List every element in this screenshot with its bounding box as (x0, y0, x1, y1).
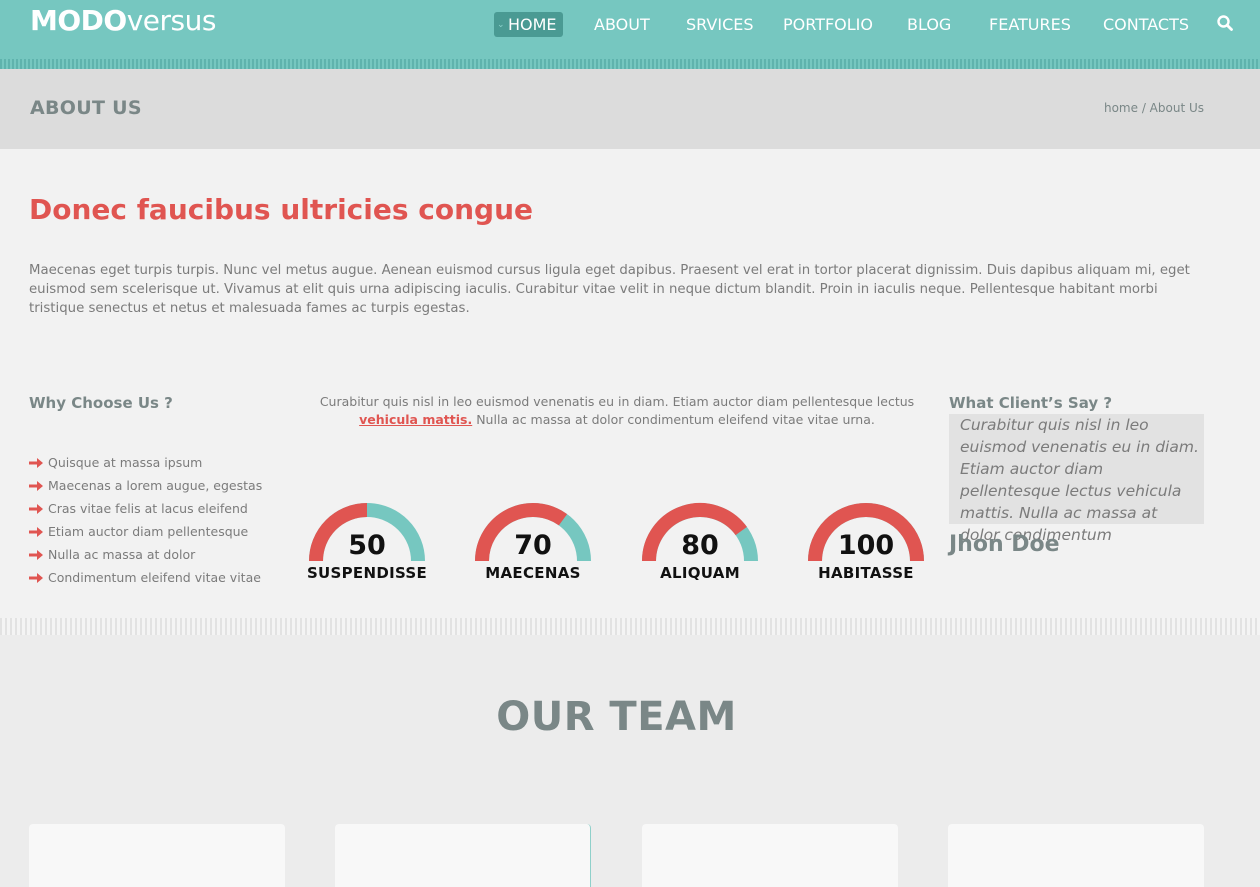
breadcrumb-current: About Us (1149, 101, 1204, 115)
team-stripe (0, 618, 1260, 635)
section-headline: Donec faucibus ultricies congue (29, 193, 533, 226)
nav-portfolio[interactable]: PORTFOLIO (783, 12, 873, 37)
arrow-right-icon (29, 458, 43, 468)
vehicula-mattis-link[interactable]: vehicula mattis. (359, 412, 472, 427)
team-card[interactable] (335, 824, 591, 887)
gauge-maecenas: 70 MAECENAS (473, 500, 593, 590)
search-icon[interactable] (1216, 14, 1234, 32)
gauge-suspendisse: 50 SUSPENDISSE (307, 500, 427, 590)
list-item-label: Quisque at massa ipsum (48, 455, 203, 470)
gauge-label: ALIQUAM (660, 564, 740, 582)
arrow-right-icon (29, 527, 43, 537)
list-item-label: Condimentum eleifend vitae vitae (48, 570, 261, 585)
page-title: ABOUT US (30, 97, 142, 119)
gauge-label: MAECENAS (485, 564, 581, 582)
skills-text-after: Nulla ac massa at dolor condimentum elei… (472, 412, 875, 427)
nav-home-label: HOME (508, 15, 557, 34)
list-item-label: Etiam auctor diam pellentesque (48, 524, 249, 539)
gauge-label: SUSPENDISSE (306, 564, 428, 582)
gauge-value: 100 (837, 530, 895, 561)
testimonial-title: What Client’s Say ? (949, 394, 1113, 412)
gauge-aliquam: 80 ALIQUAM (640, 500, 760, 590)
logo-light-text: versus (126, 4, 217, 37)
list-item-label: Cras vitae felis at lacus eleifend (48, 501, 248, 516)
header-stripe (0, 59, 1260, 69)
list-item-label: Nulla ac massa at dolor (48, 547, 196, 562)
why-choose-list: Quisque at massa ipsum Maecenas a lorem … (29, 454, 262, 592)
chevron-down-icon: ⌄ (497, 20, 505, 30)
list-item: Etiam auctor diam pellentesque (29, 523, 262, 546)
logo-bold-text: MODO (30, 4, 127, 37)
list-item: Nulla ac massa at dolor (29, 546, 262, 569)
breadcrumb: home / About Us (1104, 101, 1204, 115)
gauge-value: 80 (681, 530, 719, 561)
nav-about[interactable]: ABOUT (594, 12, 650, 37)
breadcrumb-separator: / (1138, 101, 1150, 115)
intro-paragraph: Maecenas eget turpis turpis. Nunc vel me… (29, 263, 1190, 316)
team-card[interactable] (642, 824, 898, 887)
gauge-value: 50 (348, 530, 386, 561)
site-logo[interactable]: MODOversus (30, 4, 216, 37)
list-item: Cras vitae felis at lacus eleifend (29, 500, 262, 523)
arrow-right-icon (29, 550, 43, 560)
nav-services[interactable]: SRVICES (686, 12, 754, 37)
nav-home[interactable]: ⌄ HOME (494, 12, 563, 37)
arrow-right-icon (29, 573, 43, 583)
team-card[interactable] (29, 824, 285, 887)
skills-description: Curabitur quis nisl in leo euismod venen… (297, 393, 937, 429)
testimonial-author: Jhon Doe (949, 532, 1060, 557)
page-title-bar: ABOUT US home / About Us (0, 69, 1260, 149)
team-card[interactable] (948, 824, 1204, 887)
nav-features[interactable]: FEATURES (989, 12, 1071, 37)
breadcrumb-home-link[interactable]: home (1104, 101, 1138, 115)
list-item: Condimentum eleifend vitae vitae (29, 569, 262, 592)
nav-contacts[interactable]: CONTACTS (1103, 12, 1189, 37)
arrow-right-icon (29, 481, 43, 491)
list-item: Quisque at massa ipsum (29, 454, 262, 477)
arrow-right-icon (29, 504, 43, 514)
team-title: OUR TEAM (496, 694, 737, 740)
nav-blog[interactable]: BLOG (907, 12, 951, 37)
list-item-label: Maecenas a lorem augue, egestas (48, 478, 263, 493)
gauge-habitasse: 100 HABITASSE (806, 500, 926, 590)
gauge-value: 70 (514, 530, 552, 561)
list-item: Maecenas a lorem augue, egestas (29, 477, 262, 500)
testimonial-quote: Curabitur quis nisl in leo euismod venen… (949, 414, 1204, 544)
skills-text-before: Curabitur quis nisl in leo euismod venen… (319, 394, 915, 409)
why-choose-title: Why Choose Us ? (29, 394, 173, 412)
gauge-label: HABITASSE (818, 564, 914, 582)
